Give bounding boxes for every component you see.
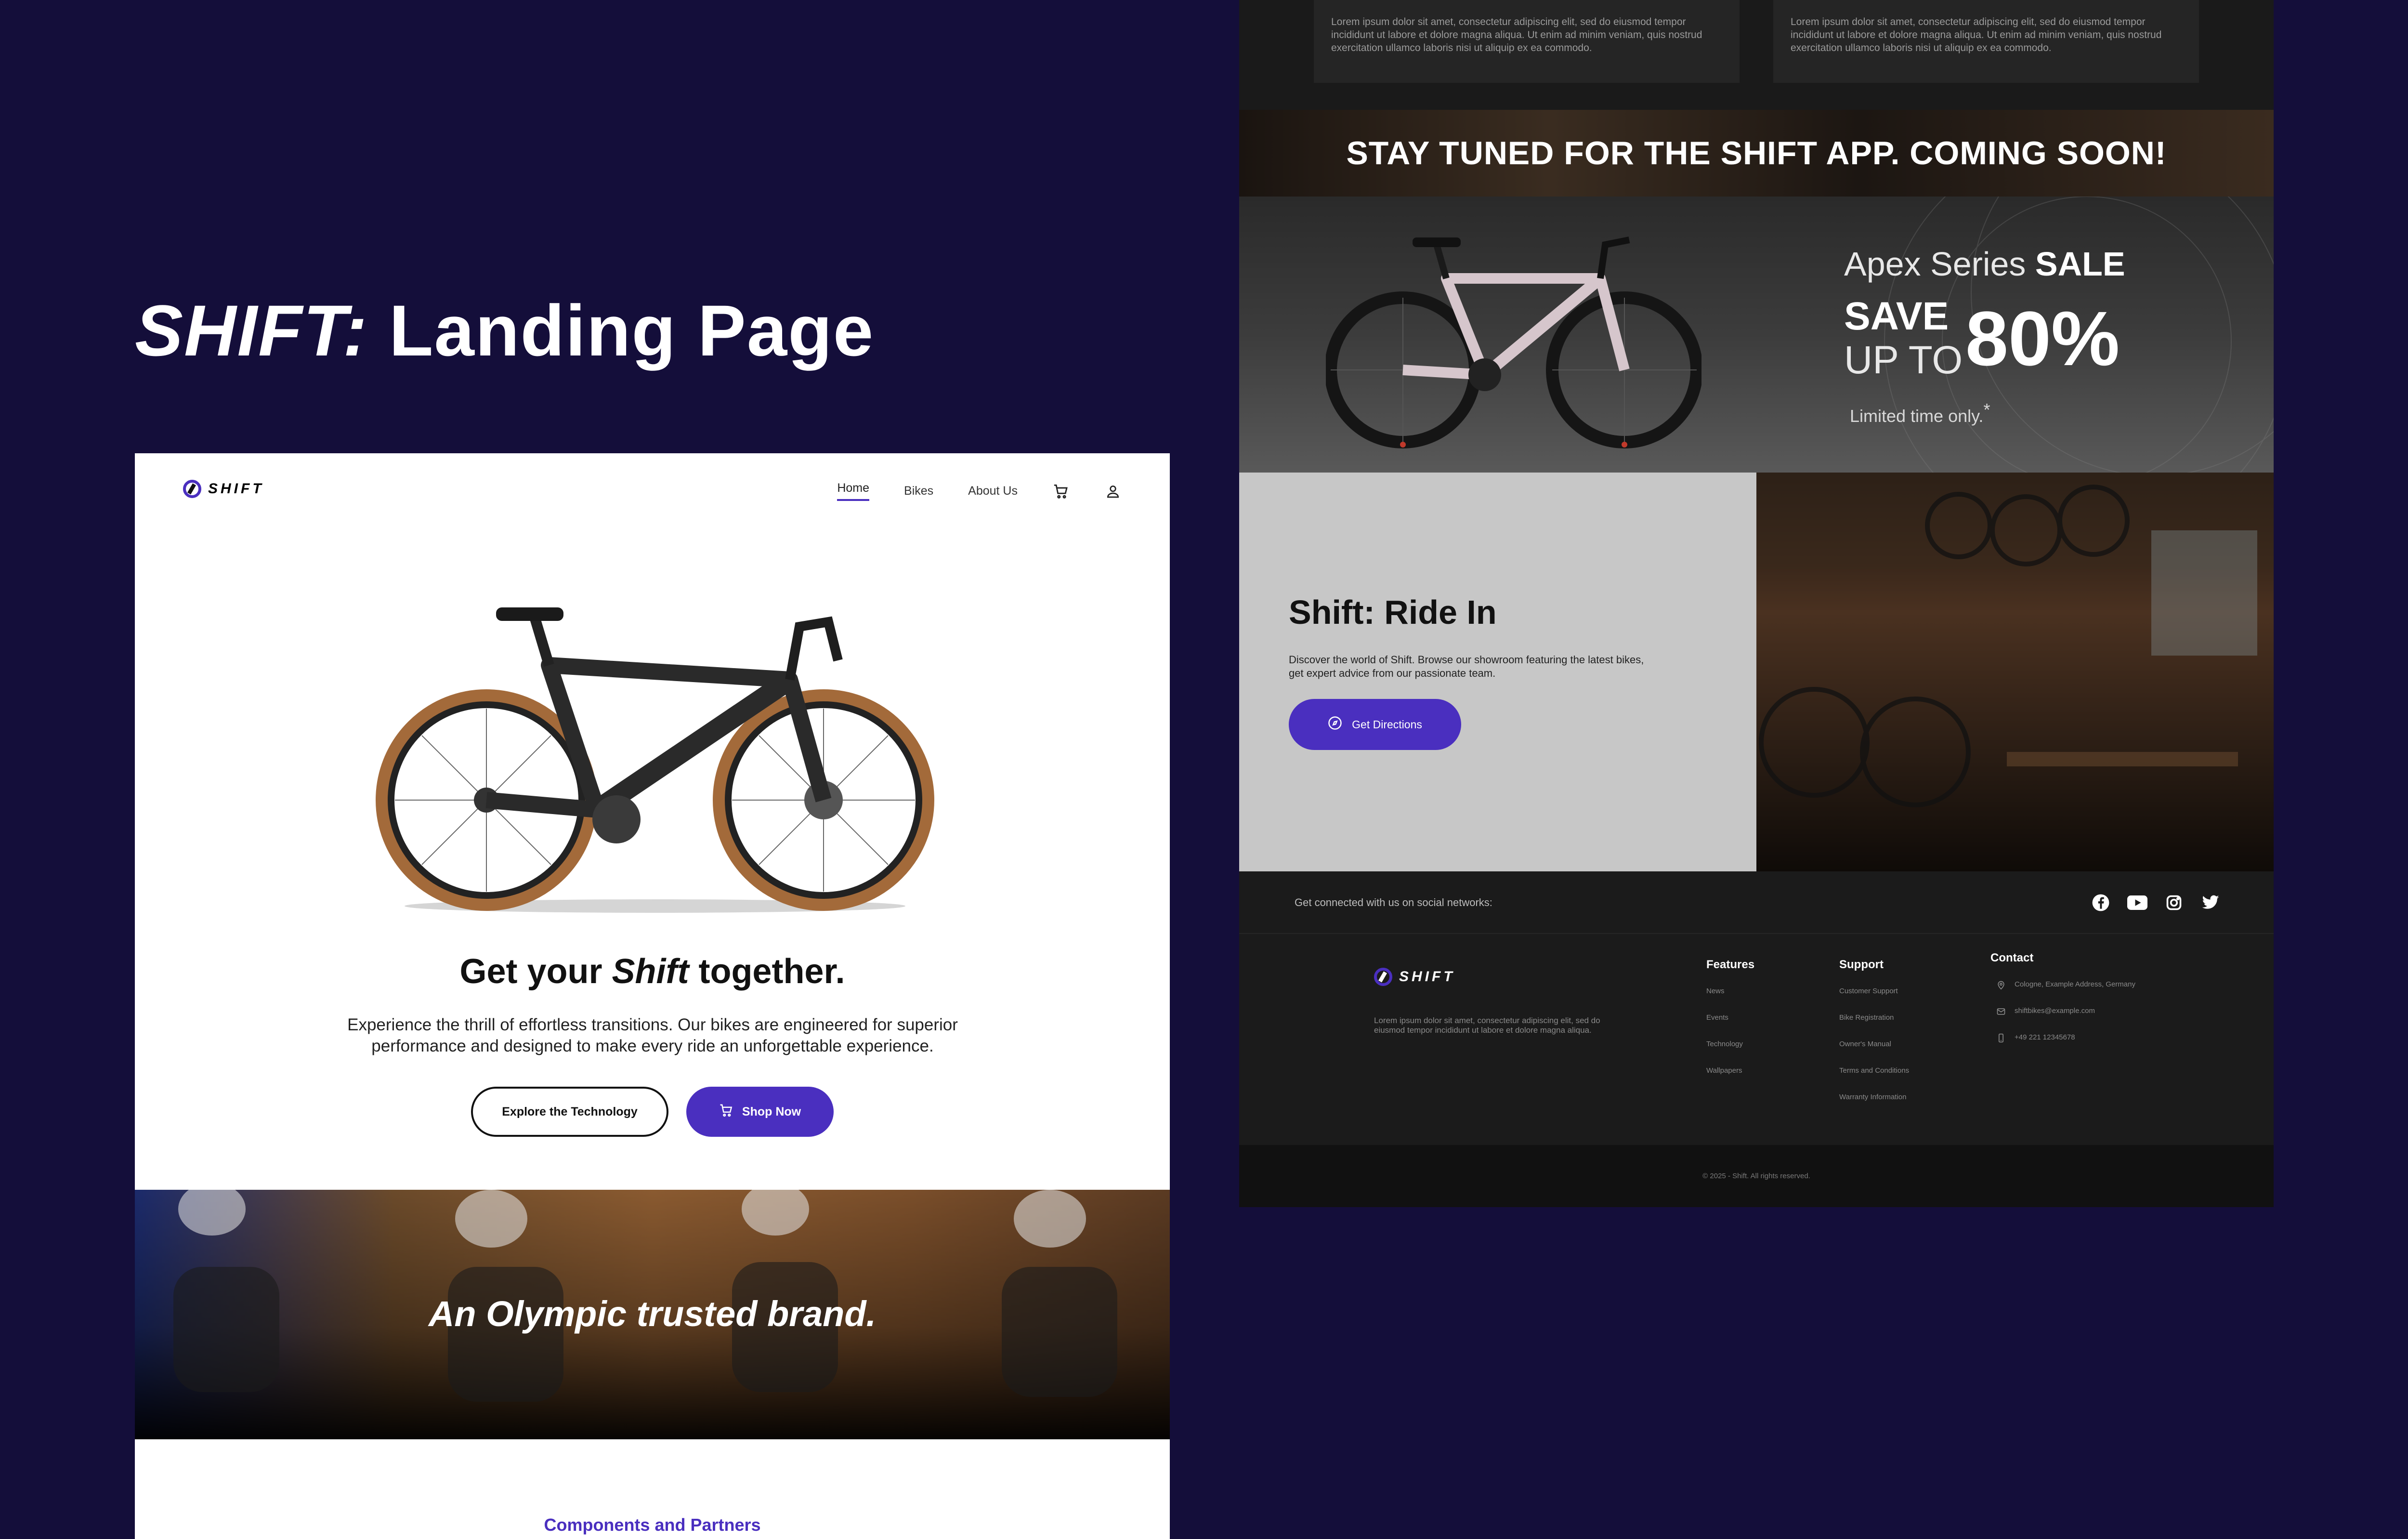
hero-title-pre: Get your <box>459 952 612 991</box>
get-directions-label: Get Directions <box>1352 718 1422 731</box>
footer-description: Lorem ipsum dolor sit amet, consectetur … <box>1374 1016 1600 1035</box>
social-icons <box>2091 893 2221 913</box>
ride-in-title: Shift: Ride In <box>1289 593 1497 631</box>
ride-in-description: Discover the world of Shift. Browse our … <box>1289 654 1644 679</box>
contact-phone[interactable]: +49 221 12345678 <box>1990 1033 2135 1060</box>
nav-links: Home Bikes About Us <box>837 481 1122 501</box>
nav-about-us[interactable]: About Us <box>968 484 1018 498</box>
shift-logo[interactable]: SHIFT <box>183 480 264 498</box>
social-bar: Get connected with us on social networks… <box>1239 871 2274 934</box>
location-pin-icon <box>1996 980 2006 992</box>
hero-description: Experience the thrill of effortless tran… <box>347 1015 958 1055</box>
footer-link[interactable]: News <box>1706 987 1754 1013</box>
footer-link[interactable]: Warranty Information <box>1839 1093 1909 1119</box>
hero-bike-image <box>376 607 934 913</box>
instagram-icon[interactable] <box>2164 893 2184 913</box>
sale-percent: 80% <box>1965 295 2120 381</box>
footer-support: Support Customer Support Bike Registrati… <box>1839 958 1909 1119</box>
phone-icon <box>1996 1033 2006 1045</box>
nav-bikes[interactable]: Bikes <box>904 484 933 498</box>
sale-save: SAVE <box>1844 294 1949 338</box>
nav-home[interactable]: Home <box>837 481 870 501</box>
footer-link[interactable]: Technology <box>1706 1040 1754 1066</box>
facebook-icon[interactable] <box>2091 893 2111 913</box>
copyright-bar: © 2025 - Shift. All rights reserved. <box>1239 1145 2274 1207</box>
showroom-photo <box>1756 473 2274 871</box>
sale-series: Apex Series <box>1844 245 2035 283</box>
footer-link[interactable]: Owner's Manual <box>1839 1040 1909 1066</box>
user-icon[interactable] <box>1104 483 1122 500</box>
landing-page-mockup-bottom: Lorem ipsum dolor sit amet, consectetur … <box>1239 0 2274 1207</box>
contact-email-text: shiftbikes@example.com <box>2015 1007 2095 1015</box>
ride-in-info: Shift: Ride In Discover the world of Shi… <box>1239 473 1756 871</box>
contact-address: Cologne, Example Address, Germany <box>1990 980 2135 1007</box>
sale-limited: Limited time only.* <box>1850 400 1990 426</box>
email-icon <box>1996 1007 2006 1018</box>
contact-address-text: Cologne, Example Address, Germany <box>2015 980 2135 988</box>
footer-link[interactable]: Bike Registration <box>1839 1013 1909 1040</box>
ride-in-section: Shift: Ride In Discover the world of Shi… <box>1239 473 2274 871</box>
sale-up-to: UP TO <box>1844 338 1963 382</box>
hero-title-post: together. <box>689 952 845 991</box>
contact-phone-text: +49 221 12345678 <box>2015 1033 2075 1041</box>
shop-now-button[interactable]: Shop Now <box>686 1087 834 1137</box>
app-coming-soon-banner: STAY TUNED FOR THE SHIFT APP. COMING SOO… <box>1239 110 2274 197</box>
components-heading: Components and Partners <box>544 1515 761 1535</box>
footer-link[interactable]: Customer Support <box>1839 987 1909 1013</box>
sale-bike-image <box>1326 237 1701 448</box>
footer-link[interactable]: Events <box>1706 1013 1754 1040</box>
feature-card: Lorem ipsum dolor sit amet, consectetur … <box>1314 0 1740 83</box>
shift-logo-icon <box>1374 968 1392 986</box>
showroom-image <box>1756 473 2274 807</box>
olympic-banner-text: An Olympic trusted brand. <box>428 1294 877 1334</box>
sale-word: SALE <box>2035 245 2125 283</box>
sale-limited-text: Limited time only. <box>1850 406 1984 426</box>
get-directions-button[interactable]: Get Directions <box>1289 699 1461 750</box>
explore-technology-button[interactable]: Explore the Technology <box>471 1087 668 1137</box>
contact-email[interactable]: shiftbikes@example.com <box>1990 1007 2135 1033</box>
shift-logo-icon <box>183 480 201 498</box>
footer-features: Features News Events Technology Wallpape… <box>1706 958 1754 1093</box>
presentation-title-rest: Landing Page <box>368 290 875 371</box>
footer: SHIFT Lorem ipsum dolor sit amet, consec… <box>1239 934 2274 1145</box>
presentation-title: SHIFT: Landing Page <box>135 289 874 372</box>
feature-card: Lorem ipsum dolor sit amet, consectetur … <box>1773 0 2199 83</box>
hero-title: Get your Shift together. <box>135 952 1170 991</box>
copyright-text: © 2025 - Shift. All rights reserved. <box>1702 1172 1810 1180</box>
footer-logo[interactable]: SHIFT <box>1374 968 1455 986</box>
sale-asterisk: * <box>1983 400 1990 420</box>
hero-title-em: Shift <box>612 952 689 991</box>
social-text: Get connected with us on social networks… <box>1295 896 1492 908</box>
presentation-title-brand: SHIFT: <box>135 290 368 371</box>
footer-link[interactable]: Wallpapers <box>1706 1066 1754 1093</box>
cart-icon[interactable] <box>1052 483 1070 500</box>
youtube-icon[interactable] <box>2127 893 2147 913</box>
footer-link[interactable]: Terms and Conditions <box>1839 1066 1909 1093</box>
sale-banner: Apex Series SALE SAVE UP TO 80% Limited … <box>1239 197 2274 473</box>
footer-contact: Contact Cologne, Example Address, German… <box>1990 951 2135 1060</box>
twitter-icon[interactable] <box>2200 893 2221 913</box>
olympic-banner: An Olympic trusted brand. <box>135 1190 1170 1439</box>
footer-features-title: Features <box>1706 958 1755 971</box>
footer-contact-title: Contact <box>1990 951 2034 964</box>
landing-page-mockup-top: SHIFT Home Bikes About Us Get your Shift… <box>135 453 1170 1539</box>
footer-logo-text: SHIFT <box>1399 969 1455 985</box>
main-navbar: SHIFT Home Bikes About Us <box>135 453 1170 530</box>
compass-icon <box>1328 716 1342 733</box>
shop-now-label: Shop Now <box>742 1105 801 1118</box>
cart-icon <box>719 1103 733 1121</box>
sale-title: Apex Series SALE <box>1844 245 2125 283</box>
footer-support-title: Support <box>1839 958 1884 971</box>
logo-text: SHIFT <box>208 481 264 497</box>
